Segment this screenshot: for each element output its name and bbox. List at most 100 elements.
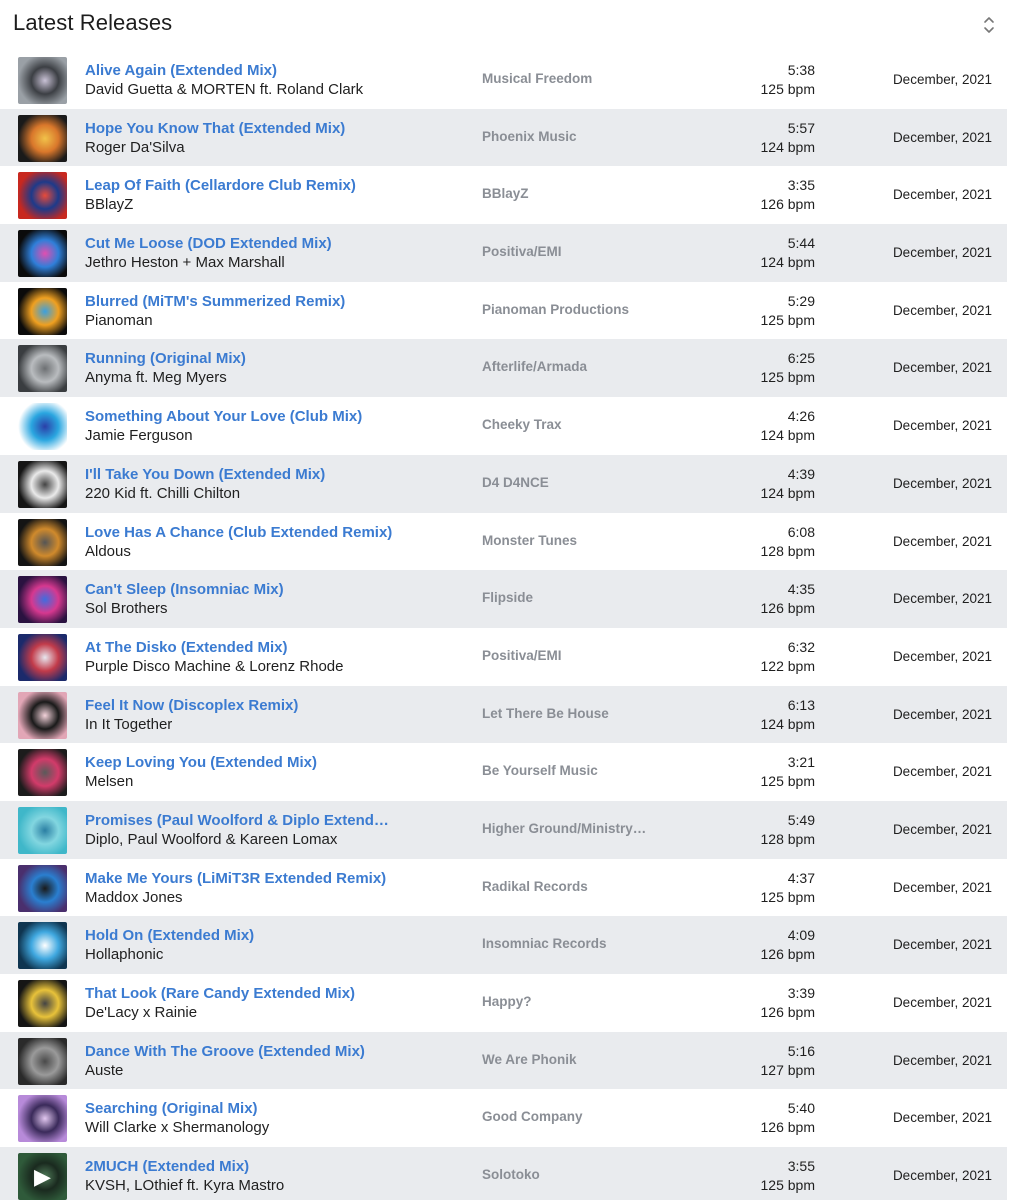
track-release-date: December, 2021 xyxy=(892,475,992,491)
track-title-link[interactable]: At The Disko (Extended Mix) xyxy=(85,639,395,656)
track-release-date: December, 2021 xyxy=(892,1052,992,1068)
track-label: Radikal Records xyxy=(482,878,588,894)
track-row[interactable]: Cut Me Loose (DOD Extended Mix) Jethro He… xyxy=(0,224,1007,282)
track-release-date: December, 2021 xyxy=(892,821,992,837)
track-row[interactable]: At The Disko (Extended Mix) Purple Disco … xyxy=(0,627,1007,686)
track-duration: 3:35 xyxy=(787,177,815,194)
album-art-thumbnail[interactable] xyxy=(18,864,67,912)
latest-releases-page: Latest Releases Alive Again (Extended Mi… xyxy=(0,0,1014,1200)
album-art-thumbnail[interactable] xyxy=(18,1037,67,1085)
track-title-link[interactable]: Leap Of Faith (Cellardore Club Remix) xyxy=(85,177,395,194)
track-row[interactable]: Dance With The Groove (Extended Mix) Aust… xyxy=(0,1031,1007,1090)
album-art-play-icon[interactable]: ▶ xyxy=(18,1153,67,1200)
track-duration: 5:29 xyxy=(787,292,815,309)
track-artist: Sol Brothers xyxy=(85,600,168,618)
track-title-link[interactable]: Dance With The Groove (Extended Mix) xyxy=(85,1043,395,1060)
track-release-date: December, 2021 xyxy=(892,764,992,780)
track-title-link[interactable]: Can't Sleep (Insomniac Mix) xyxy=(85,581,395,598)
track-row[interactable]: Searching (Original Mix) Will Clarke x Sh… xyxy=(0,1089,1007,1148)
track-bpm: 126 bpm xyxy=(760,600,815,617)
track-duration: 6:08 xyxy=(787,523,815,540)
track-release-date: December, 2021 xyxy=(892,995,992,1010)
track-title-link[interactable]: Something About Your Love (Club Mix) xyxy=(85,408,395,425)
track-title-link[interactable]: Searching (Original Mix) xyxy=(85,1100,395,1117)
sort-updown-icon[interactable] xyxy=(980,14,998,36)
track-title-link[interactable]: Cut Me Loose (DOD Extended Mix) xyxy=(85,235,395,252)
track-label: We Are Phonik xyxy=(482,1051,577,1067)
track-title-link[interactable]: Promises (Paul Woolford & Diplo Extended… xyxy=(85,812,395,829)
track-artist: Diplo, Paul Woolford & Kareen Lomax xyxy=(85,830,338,848)
album-art-thumbnail[interactable] xyxy=(18,980,67,1027)
track-row[interactable]: Something About Your Love (Club Mix) Jami… xyxy=(0,397,1007,455)
track-duration: 4:09 xyxy=(787,927,815,944)
track-row[interactable]: Can't Sleep (Insomniac Mix) Sol Brothers F… xyxy=(0,570,1007,628)
album-art-thumbnail[interactable] xyxy=(18,749,67,797)
album-art-thumbnail[interactable] xyxy=(18,230,67,278)
track-row[interactable]: Hope You Know That (Extended Mix) Roger D… xyxy=(0,108,1007,167)
track-release-date: December, 2021 xyxy=(892,706,992,722)
track-row[interactable]: Blurred (MiTM's Summerized Remix) Pianoma… xyxy=(0,281,1007,340)
track-release-date: December, 2021 xyxy=(892,418,992,434)
track-artist: Melsen xyxy=(85,773,134,791)
album-art-thumbnail[interactable] xyxy=(18,1095,67,1143)
track-title-link[interactable]: 2MUCH (Extended Mix) xyxy=(85,1158,395,1175)
track-row[interactable]: ▶ 2MUCH (Extended Mix) KVSH, LOthief ft. K… xyxy=(0,1147,1007,1200)
track-artist: Anyma ft. Meg Myers xyxy=(85,369,227,387)
track-row[interactable]: I'll Take You Down (Extended Mix) 220 Kid… xyxy=(0,454,1007,513)
track-title-link[interactable]: Hope You Know That (Extended Mix) xyxy=(85,120,395,137)
track-row[interactable]: Alive Again (Extended Mix) David Guetta &… xyxy=(0,51,1007,109)
album-art-thumbnail[interactable] xyxy=(18,287,67,335)
track-row[interactable]: Make Me Yours (LiMiT3R Extended Remix) Ma… xyxy=(0,858,1007,917)
track-title-link[interactable]: Feel It Now (Discoplex Remix) xyxy=(85,697,395,714)
track-title-link[interactable]: Love Has A Chance (Club Extended Remix) xyxy=(85,524,395,541)
track-duration: 4:35 xyxy=(787,581,815,598)
track-duration: 5:38 xyxy=(787,62,815,78)
track-label: Let There Be House xyxy=(482,705,609,721)
track-list: Alive Again (Extended Mix) David Guetta &… xyxy=(0,51,1007,1200)
track-row[interactable]: Feel It Now (Discoplex Remix) In It Toget… xyxy=(0,685,1007,744)
track-release-date: December, 2021 xyxy=(892,302,992,318)
album-art-thumbnail[interactable] xyxy=(18,633,67,681)
track-artist: Jethro Heston + Max Marshall xyxy=(85,254,285,272)
album-art-thumbnail[interactable] xyxy=(18,345,67,393)
album-art-thumbnail[interactable] xyxy=(18,114,67,162)
track-duration: 3:55 xyxy=(787,1158,815,1175)
album-art-thumbnail[interactable] xyxy=(18,57,67,104)
album-art-thumbnail[interactable] xyxy=(18,403,67,451)
track-duration: 4:39 xyxy=(787,465,815,482)
album-art-thumbnail[interactable] xyxy=(18,922,67,970)
album-art-thumbnail[interactable] xyxy=(18,172,67,220)
track-row[interactable]: Promises (Paul Woolford & Diplo Extended… xyxy=(0,800,1007,859)
album-art-thumbnail[interactable] xyxy=(18,691,67,739)
track-bpm: 124 bpm xyxy=(760,254,815,271)
track-title-link[interactable]: I'll Take You Down (Extended Mix) xyxy=(85,466,395,483)
play-icon[interactable]: ▶ xyxy=(18,1153,67,1200)
track-title-link[interactable]: Blurred (MiTM's Summerized Remix) xyxy=(85,293,395,310)
track-row[interactable]: Running (Original Mix) Anyma ft. Meg Myer… xyxy=(0,339,1007,398)
track-bpm: 126 bpm xyxy=(760,1119,815,1136)
track-row[interactable]: Keep Loving You (Extended Mix) Melsen Be Y… xyxy=(0,743,1007,801)
track-label: Afterlife/Armada xyxy=(482,359,588,375)
album-art-thumbnail[interactable] xyxy=(18,518,67,566)
track-label: Happy? xyxy=(482,994,532,1009)
track-row[interactable]: Love Has A Chance (Club Extended Remix) A… xyxy=(0,512,1007,571)
track-title-link[interactable]: Keep Loving You (Extended Mix) xyxy=(85,754,395,771)
track-bpm: 125 bpm xyxy=(760,369,815,386)
track-label: Positiva/EMI xyxy=(482,244,562,260)
track-artist: Aldous xyxy=(85,542,131,560)
track-title-link[interactable]: That Look (Rare Candy Extended Mix) xyxy=(85,985,395,1002)
track-artist: De'Lacy x Rainie xyxy=(85,1004,198,1021)
track-row[interactable]: That Look (Rare Candy Extended Mix) De'La… xyxy=(0,974,1007,1032)
track-title-link[interactable]: Hold On (Extended Mix) xyxy=(85,927,395,944)
track-title-link[interactable]: Alive Again (Extended Mix) xyxy=(85,62,395,79)
track-duration: 5:40 xyxy=(787,1100,815,1117)
track-row[interactable]: Hold On (Extended Mix) Hollaphonic Insomni… xyxy=(0,916,1007,974)
track-title-link[interactable]: Running (Original Mix) xyxy=(85,350,395,367)
track-artist: Will Clarke x Shermanology xyxy=(85,1119,270,1137)
track-bpm: 122 bpm xyxy=(760,657,815,674)
album-art-thumbnail[interactable] xyxy=(18,460,67,508)
album-art-thumbnail[interactable] xyxy=(18,576,67,624)
track-row[interactable]: Leap Of Faith (Cellardore Club Remix) BBl… xyxy=(0,166,1007,225)
album-art-thumbnail[interactable] xyxy=(18,806,67,854)
track-title-link[interactable]: Make Me Yours (LiMiT3R Extended Remix) xyxy=(85,870,395,887)
